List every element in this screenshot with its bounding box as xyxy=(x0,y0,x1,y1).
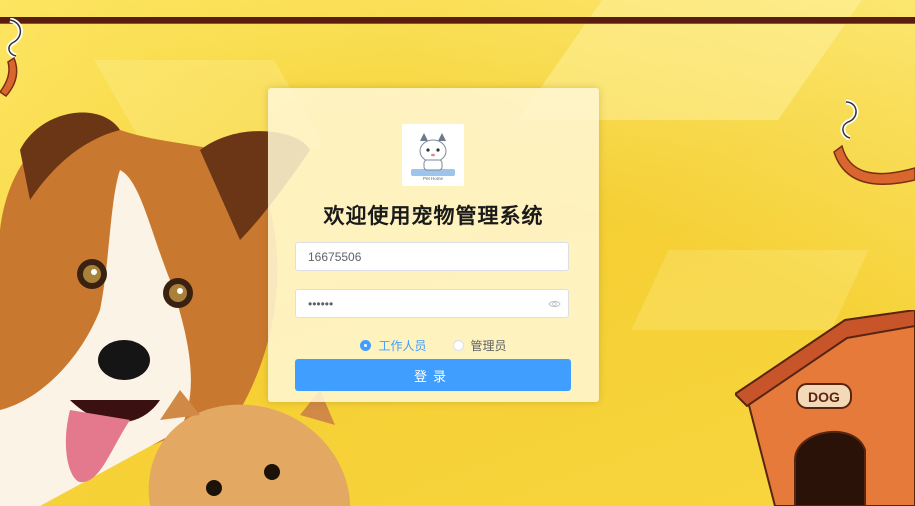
role-radio-staff[interactable]: 工作人员 xyxy=(360,337,427,354)
role-radio-group: 工作人员 管理员 xyxy=(268,337,599,354)
password-field[interactable] xyxy=(295,289,569,318)
show-password-eye-icon[interactable] xyxy=(548,298,561,310)
login-button[interactable]: 登录 xyxy=(295,359,571,391)
radio-dot[interactable] xyxy=(452,340,464,351)
role-label: 工作人员 xyxy=(378,339,427,353)
radio-dot[interactable] xyxy=(360,340,372,351)
dog-house-sign: DOG xyxy=(808,389,840,405)
role-label: 管理员 xyxy=(470,339,507,353)
app-logo: Pet Home xyxy=(402,124,464,186)
role-radio-admin[interactable]: 管理员 xyxy=(452,337,507,354)
leash-hook-icon xyxy=(833,99,915,186)
leash-bar xyxy=(0,17,915,24)
username-input[interactable] xyxy=(308,249,548,264)
username-field[interactable] xyxy=(295,242,569,271)
login-card: Pet Home 欢迎使用宠物管理系统 工作人员 管理员 登录 xyxy=(268,88,599,402)
dog-house-illustration: DOG xyxy=(735,310,915,506)
page-title: 欢迎使用宠物管理系统 xyxy=(323,204,544,228)
logo-caption: Pet Home xyxy=(423,176,444,181)
password-input[interactable] xyxy=(308,296,548,311)
leash-hook-icon xyxy=(0,18,23,97)
pet-logo-icon: Pet Home xyxy=(411,133,455,181)
